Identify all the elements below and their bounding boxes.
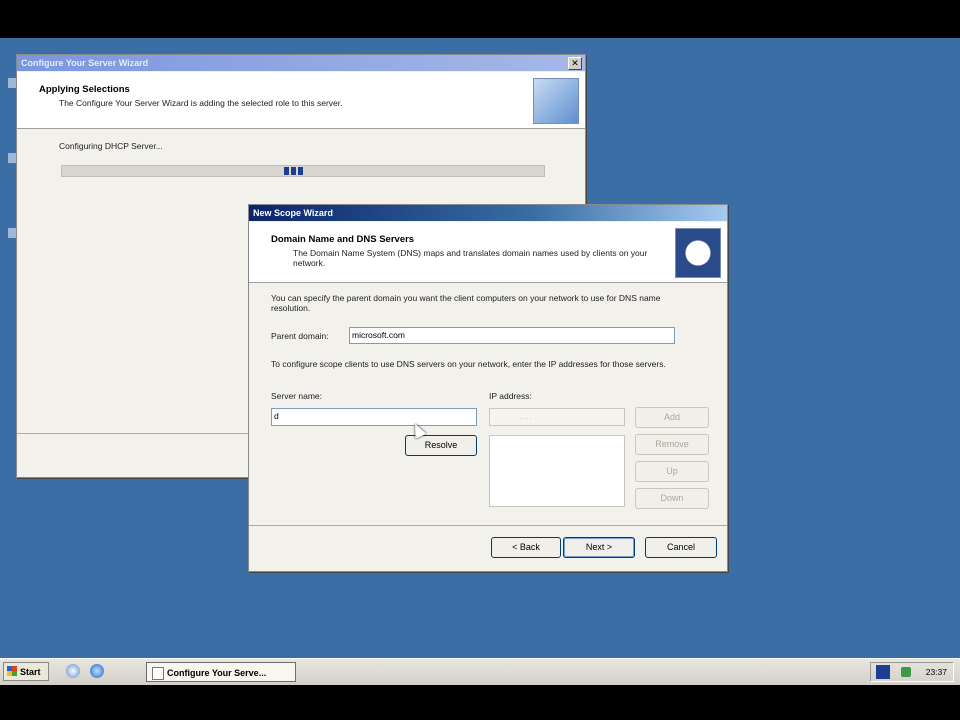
- up-button[interactable]: Up: [635, 461, 709, 482]
- show-desktop-icon[interactable]: [66, 664, 80, 678]
- desktop-icon[interactable]: [8, 78, 16, 88]
- progress-chunk: [284, 167, 304, 175]
- down-button[interactable]: Down: [635, 488, 709, 509]
- window-icon: [152, 667, 164, 680]
- new-scope-wizard-window: New Scope Wizard Domain Name and DNS Ser…: [248, 204, 728, 572]
- server-name-input[interactable]: d: [271, 408, 477, 426]
- close-button[interactable]: ✕: [568, 57, 582, 70]
- add-button[interactable]: Add: [635, 407, 709, 428]
- server-name-label: Server name:: [271, 391, 323, 401]
- button-separator: [249, 525, 727, 526]
- cancel-button[interactable]: Cancel: [645, 537, 717, 558]
- header-subtitle: The Domain Name System (DNS) maps and tr…: [293, 248, 648, 268]
- start-button[interactable]: Start: [3, 662, 49, 681]
- window-title: Configure Your Server Wizard: [17, 55, 585, 71]
- dns-servers-intro: To configure scope clients to use DNS se…: [271, 359, 666, 369]
- desktop-icon[interactable]: [8, 153, 16, 163]
- parent-domain-intro: You can specify the parent domain you wa…: [271, 293, 661, 313]
- header-title: Applying Selections: [39, 84, 130, 95]
- header-subtitle: The Configure Your Server Wizard is addi…: [59, 98, 343, 108]
- taskbar-item-label: Configure Your Serve...: [167, 668, 267, 678]
- window-title: New Scope Wizard: [249, 205, 727, 221]
- status-text: Configuring DHCP Server...: [59, 141, 163, 151]
- desktop-icon[interactable]: [8, 228, 16, 238]
- wizard-server-icon: [533, 78, 579, 124]
- header-title: Domain Name and DNS Servers: [271, 234, 415, 245]
- wizard-header: Applying Selections The Configure Your S…: [17, 72, 585, 129]
- wizard-header: Domain Name and DNS Servers The Domain N…: [249, 222, 727, 283]
- clock: 23:37: [925, 667, 947, 677]
- windows-logo-icon: [7, 666, 17, 676]
- progress-bar: [61, 165, 545, 177]
- internet-explorer-icon[interactable]: [90, 664, 104, 678]
- network-icon[interactable]: [901, 667, 911, 677]
- parent-domain-input[interactable]: microsoft.com: [349, 327, 675, 344]
- ip-address-label: IP address:: [489, 391, 532, 401]
- parent-domain-label: Parent domain:: [271, 331, 329, 341]
- system-tray: 23:37: [870, 662, 954, 682]
- start-label: Start: [20, 667, 41, 677]
- wizard-network-icon: [675, 228, 721, 278]
- ip-address-list[interactable]: [489, 435, 625, 507]
- back-button[interactable]: < Back: [491, 537, 561, 558]
- ip-address-input[interactable]: . . .: [489, 408, 625, 426]
- taskbar-item-configure-server[interactable]: Configure Your Serve...: [146, 662, 296, 682]
- remove-button[interactable]: Remove: [635, 434, 709, 455]
- taskbar: Start Configure Your Serve... 23:37: [0, 658, 960, 685]
- next-button[interactable]: Next >: [563, 537, 635, 558]
